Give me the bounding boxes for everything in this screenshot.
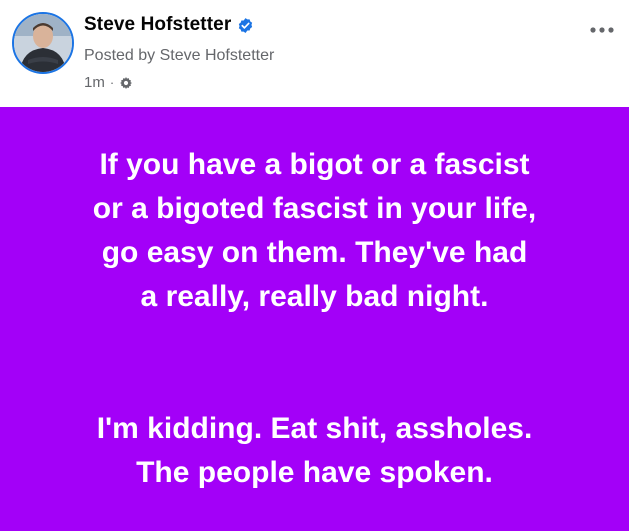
more-options-icon — [590, 27, 614, 33]
facebook-post: Steve Hofstetter Posted by Steve Hofstet… — [0, 0, 629, 531]
post-paragraph: If you have a bigot or a fascist or a bi… — [92, 148, 537, 313]
gear-icon[interactable] — [119, 76, 133, 90]
post-timestamp[interactable]: 1m — [84, 74, 105, 91]
author-avatar[interactable] — [12, 12, 74, 74]
author-row: Steve Hofstetter — [84, 14, 254, 36]
post-background: If you have a bigot or a fascist or a bi… — [0, 107, 629, 531]
verified-badge-icon — [237, 17, 254, 34]
author-name[interactable]: Steve Hofstetter — [84, 14, 231, 36]
post-meta: 1m · — [84, 74, 133, 91]
avatar-photo — [14, 14, 72, 72]
post-header: Steve Hofstetter Posted by Steve Hofstet… — [0, 0, 629, 107]
post-paragraph: I'm kidding. Eat shit, assholes. The peo… — [96, 412, 533, 489]
meta-separator: · — [109, 75, 115, 90]
post-text: If you have a bigot or a fascist or a bi… — [25, 99, 605, 531]
posted-by-label: Posted by Steve Hofstetter — [84, 47, 275, 64]
more-options-button[interactable] — [589, 20, 615, 40]
